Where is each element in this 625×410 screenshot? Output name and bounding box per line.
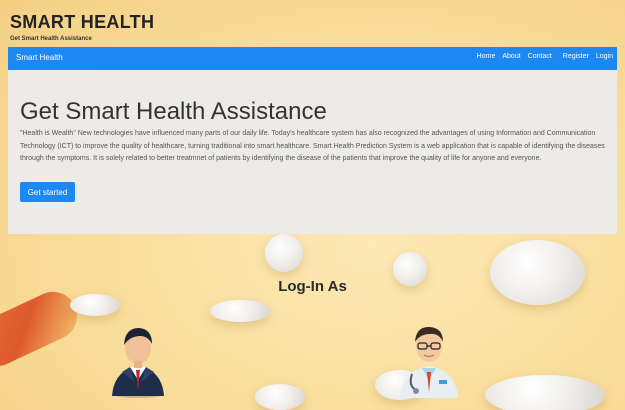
nav-link-about[interactable]: About xyxy=(502,53,520,60)
pill-decoration xyxy=(485,375,605,410)
site-header: SMART HEALTH Get Smart Health Assistance xyxy=(0,0,625,47)
capsule-decoration xyxy=(0,284,85,374)
hero-section: Get Smart Health Assistance "Health is W… xyxy=(8,70,617,234)
nav-links: Home About Contact Register Login xyxy=(477,53,613,60)
login-heading: Log-In As xyxy=(278,278,347,295)
site-title: SMART HEALTH xyxy=(10,12,155,32)
pill-decoration xyxy=(210,300,270,322)
pill-decoration xyxy=(255,384,305,410)
nav-link-home[interactable]: Home xyxy=(477,53,496,60)
hero-title: Get Smart Health Assistance xyxy=(20,98,327,125)
navbar-brand[interactable]: Smart Health xyxy=(16,53,63,62)
nav-link-login[interactable]: Login xyxy=(596,53,613,60)
pill-decoration xyxy=(265,234,303,272)
pill-decoration xyxy=(70,294,120,316)
pill-decoration xyxy=(490,240,585,305)
site-subtitle: Get Smart Health Assistance xyxy=(10,36,92,42)
login-as-admin-option[interactable] xyxy=(108,318,168,398)
admin-user-icon xyxy=(112,328,164,398)
login-as-doctor-option[interactable] xyxy=(394,318,464,398)
navbar: Smart Health Home About Contact Register… xyxy=(8,47,617,70)
get-started-button[interactable]: Get started xyxy=(20,182,75,202)
hero-description: "Health is Wealth" New technologies have… xyxy=(20,130,605,162)
nav-link-register[interactable]: Register xyxy=(563,53,589,60)
doctor-icon xyxy=(400,326,458,398)
nav-link-contact[interactable]: Contact xyxy=(528,53,552,60)
